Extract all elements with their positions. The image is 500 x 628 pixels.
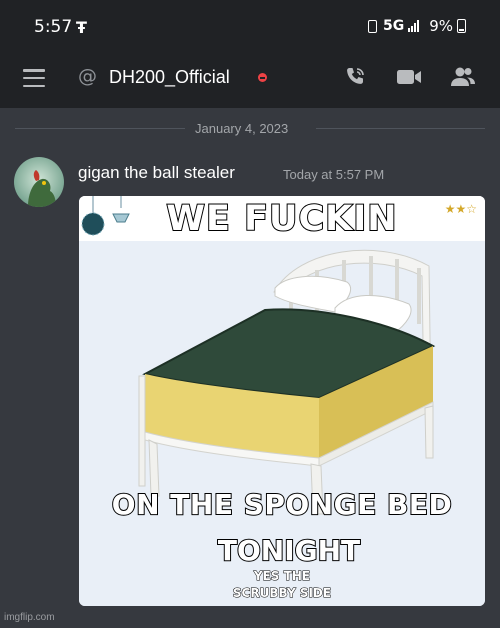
status-bar: 5:57 Ŧ 5G 9%	[0, 0, 500, 56]
t-mobile-icon: Ŧ	[76, 18, 87, 37]
battery-icon	[457, 19, 466, 33]
channel-name[interactable]: DH200_Official	[109, 67, 230, 88]
message-author[interactable]: gigan the ball stealer	[78, 163, 235, 183]
meme-bottom-text-1: ON THE SPONGE BED	[111, 487, 453, 522]
battery-saver-icon	[367, 19, 377, 33]
members-icon[interactable]	[449, 64, 477, 90]
date-divider-line-right	[316, 128, 485, 129]
battery-percent: 9%	[429, 17, 453, 35]
avatar[interactable]	[14, 157, 64, 207]
date-divider-line-left	[15, 128, 185, 129]
signal-icon	[408, 20, 420, 32]
at-icon: @	[78, 65, 97, 87]
message-timestamp: Today at 5:57 PM	[283, 167, 385, 182]
video-icon[interactable]	[395, 64, 423, 90]
date-divider-label: January 4, 2023	[195, 121, 289, 136]
channel-header: @ DH200_Official	[0, 56, 500, 108]
dnd-status-icon	[258, 73, 267, 82]
meme-bottom-text-2: TONIGHT	[217, 533, 361, 568]
call-icon[interactable]	[341, 64, 369, 90]
network-type: 5G	[382, 18, 405, 34]
meme-top-text: WE FUCKIN	[165, 198, 398, 240]
status-indicators: 5G 9%	[367, 17, 466, 35]
meme-small-text-2: SCRUBBY SIDE	[232, 586, 332, 601]
watermark: imgflip.com	[4, 612, 55, 623]
status-time: 5:57	[34, 17, 73, 37]
menu-icon[interactable]	[23, 69, 45, 87]
message-image[interactable]: ★★☆ WE FUCKIN ON THE SPONGE BED TONIGHT …	[79, 196, 485, 606]
meme-small-text-1: YES THE	[253, 569, 311, 584]
